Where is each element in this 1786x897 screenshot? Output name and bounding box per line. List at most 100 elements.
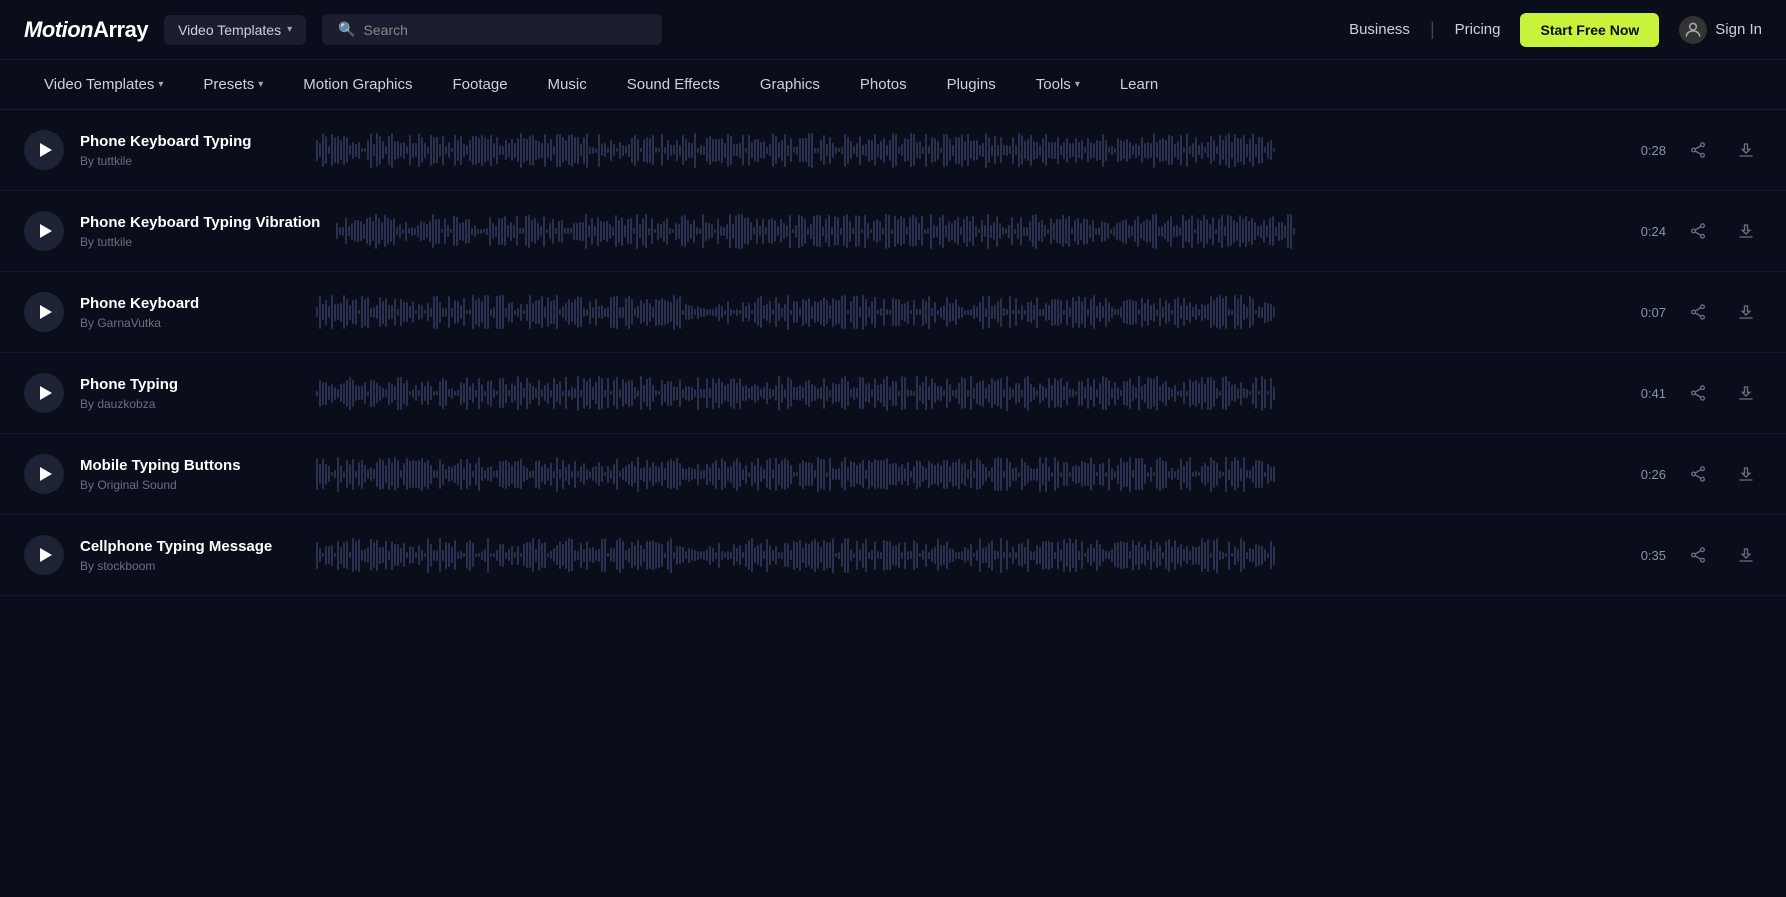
play-button[interactable] xyxy=(24,292,64,332)
waveform-bar xyxy=(328,146,330,154)
nav-item-plugins[interactable]: Plugins xyxy=(927,60,1016,110)
pricing-link[interactable]: Pricing xyxy=(1455,21,1501,38)
waveform-bar xyxy=(787,543,789,567)
download-button[interactable] xyxy=(1730,539,1762,571)
nav-item-graphics[interactable]: Graphics xyxy=(740,60,840,110)
waveform-bar xyxy=(826,542,828,569)
waveform[interactable] xyxy=(316,533,1614,577)
waveform-bar xyxy=(991,145,993,156)
nav-item-presets[interactable]: Presets ▾ xyxy=(183,60,283,110)
nav-item-photos[interactable]: Photos xyxy=(840,60,927,110)
waveform-bar xyxy=(1054,457,1056,491)
waveform-bar xyxy=(526,378,528,409)
waveform-bar xyxy=(961,377,963,409)
waveform-bar xyxy=(772,550,774,561)
waveform-bar xyxy=(1117,309,1119,315)
play-button[interactable] xyxy=(24,211,64,251)
download-button[interactable] xyxy=(1730,296,1762,328)
waveform-bar xyxy=(820,547,822,563)
waveform-bar xyxy=(339,227,341,235)
waveform-bar xyxy=(724,552,726,558)
play-button[interactable] xyxy=(24,454,64,494)
waveform-bar xyxy=(727,134,729,167)
waveform-bar xyxy=(502,295,504,329)
waveform-bar xyxy=(1240,382,1242,405)
waveform-bar xyxy=(895,463,897,486)
share-button[interactable] xyxy=(1682,215,1714,247)
nav-item-motion-graphics[interactable]: Motion Graphics xyxy=(283,60,432,110)
waveform-bar xyxy=(862,460,864,488)
waveform-bar xyxy=(784,458,786,490)
waveform-bar xyxy=(343,471,345,478)
waveform-bar xyxy=(1192,546,1194,565)
waveform-bar xyxy=(583,378,585,409)
waveform-bar xyxy=(724,461,726,488)
download-button[interactable] xyxy=(1730,215,1762,247)
waveform-bar xyxy=(906,227,908,235)
waveform-bar xyxy=(877,144,879,157)
share-button[interactable] xyxy=(1682,539,1714,571)
waveform-bar xyxy=(1174,540,1176,570)
waveform-bar xyxy=(316,140,318,161)
waveform-bar xyxy=(1165,461,1167,488)
nav-item-tools[interactable]: Tools ▾ xyxy=(1016,60,1100,110)
search-input[interactable] xyxy=(364,22,647,38)
waveform-bar xyxy=(331,545,333,566)
waveform-bar xyxy=(544,134,546,167)
waveform-bar xyxy=(1068,216,1070,247)
waveform-bar xyxy=(919,141,921,159)
waveform-bar xyxy=(790,310,792,315)
waveform-bar xyxy=(400,299,402,326)
waveform[interactable] xyxy=(336,209,1614,253)
play-button[interactable] xyxy=(24,535,64,575)
waveform-bar xyxy=(1191,215,1193,248)
waveform-bar xyxy=(892,463,894,485)
download-button[interactable] xyxy=(1730,458,1762,490)
waveform-bar xyxy=(444,218,446,244)
waveform-bar xyxy=(583,463,585,485)
download-button[interactable] xyxy=(1730,377,1762,409)
nav-item-sound-effects[interactable]: Sound Effects xyxy=(607,60,740,110)
waveform-bar xyxy=(841,378,843,408)
waveform-bar xyxy=(430,308,432,317)
waveform-bar xyxy=(463,298,465,326)
waveform-bar xyxy=(334,470,336,478)
nav-item-learn[interactable]: Learn xyxy=(1100,60,1178,110)
waveform-bar xyxy=(879,221,881,241)
share-button[interactable] xyxy=(1682,377,1714,409)
waveform-bar xyxy=(436,137,438,163)
start-free-button[interactable]: Start Free Now xyxy=(1520,13,1659,47)
sign-in-area[interactable]: Sign In xyxy=(1679,16,1762,44)
nav-item-music[interactable]: Music xyxy=(528,60,607,110)
play-button[interactable] xyxy=(24,130,64,170)
share-button[interactable] xyxy=(1682,296,1714,328)
waveform-bar xyxy=(1210,136,1212,164)
waveform-bar xyxy=(1258,391,1260,395)
waveform-bar xyxy=(1137,216,1139,247)
share-button[interactable] xyxy=(1682,458,1714,490)
waveform-bar xyxy=(970,376,972,410)
waveform-bar xyxy=(1045,303,1047,321)
waveform-bar xyxy=(1162,307,1164,318)
waveform-bar xyxy=(1240,468,1242,481)
waveform-bar xyxy=(798,215,800,248)
waveform-bar xyxy=(973,305,975,319)
download-button[interactable] xyxy=(1730,134,1762,166)
nav-item-video-templates[interactable]: Video Templates ▾ xyxy=(24,60,183,110)
nav-item-footage[interactable]: Footage xyxy=(433,60,528,110)
waveform[interactable] xyxy=(316,452,1614,496)
share-button[interactable] xyxy=(1682,134,1714,166)
waveform-bar xyxy=(1270,304,1272,321)
waveform-bar xyxy=(436,550,438,561)
play-button[interactable] xyxy=(24,373,64,413)
waveform-bar xyxy=(667,381,669,406)
waveform[interactable] xyxy=(316,371,1614,415)
waveform[interactable] xyxy=(316,290,1614,334)
waveform-bar xyxy=(958,137,960,164)
video-templates-dropdown[interactable]: Video Templates ▾ xyxy=(164,15,306,45)
business-link[interactable]: Business xyxy=(1349,21,1410,38)
waveform-bar xyxy=(1036,142,1038,159)
waveform[interactable] xyxy=(316,128,1614,172)
waveform-bar xyxy=(1183,147,1185,153)
waveform-bar xyxy=(757,139,759,162)
